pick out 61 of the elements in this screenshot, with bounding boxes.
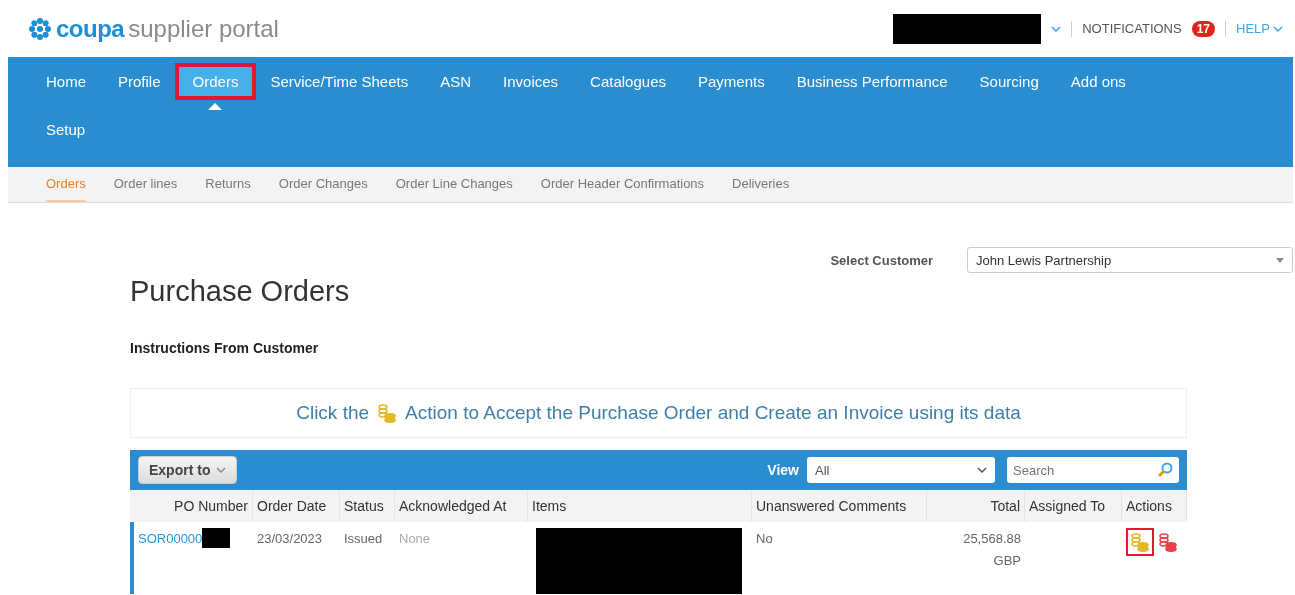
po-number-link[interactable]: SOR00000 (138, 528, 203, 550)
nav-tab[interactable]: Profile (104, 67, 175, 96)
sub-nav-tab[interactable]: Orders (46, 167, 86, 202)
coins-icon (377, 403, 398, 423)
nav-tab[interactable]: Sourcing (965, 67, 1053, 96)
banner-text: Click the (296, 402, 370, 424)
column-header[interactable]: Status (340, 490, 395, 522)
accept-action-button[interactable] (1126, 528, 1154, 556)
help-menu[interactable]: HELP (1236, 21, 1283, 36)
instructions-heading: Instructions From Customer (130, 340, 320, 356)
nav-tab[interactable]: Setup (32, 115, 100, 144)
product-name: supplier portal (128, 14, 279, 43)
nav-tab[interactable]: Catalogues (576, 67, 680, 96)
chevron-down-icon (1273, 25, 1283, 32)
nav-tab[interactable]: ASN (426, 67, 486, 96)
column-header[interactable]: Order Date (253, 490, 340, 522)
column-header[interactable]: Actions (1122, 490, 1187, 522)
chevron-down-icon (1051, 25, 1062, 32)
view-label: View (767, 462, 799, 478)
sub-nav-tab[interactable]: Deliveries (732, 167, 790, 202)
column-header[interactable]: Unanswered Comments (752, 490, 927, 522)
customer-select[interactable]: John Lewis Partnership (967, 247, 1293, 273)
search-icon (1157, 462, 1173, 478)
export-button[interactable]: Export to (138, 456, 238, 484)
chevron-down-icon (977, 467, 987, 473)
sub-nav-tab[interactable]: Order Line Changes (395, 167, 513, 202)
sub-nav-tab[interactable]: Order Header Confirmations (540, 167, 705, 202)
nav-tab[interactable]: Service/Time Sheets (256, 67, 423, 96)
table-cell-text: No (755, 530, 774, 548)
select-customer-label: Select Customer (830, 252, 933, 268)
banner-text: Action to Accept the Purchase Order and Create an Invoice using its data (405, 402, 1021, 424)
page-title: Purchase Orders (130, 275, 351, 308)
sub-nav-tab[interactable]: Order Changes (278, 167, 368, 202)
column-header[interactable]: Acknowledged At (395, 490, 528, 522)
notification-count: 17 (1191, 20, 1216, 37)
chevron-down-icon (216, 467, 227, 473)
sub-nav-tab[interactable]: Returns (205, 167, 251, 202)
column-header[interactable]: Assigned To (1025, 490, 1122, 522)
coins-icon (1158, 532, 1178, 552)
caret-icon (208, 103, 223, 110)
table-cell-text: Issued (343, 530, 384, 548)
nav-tab[interactable]: Payments (684, 67, 779, 96)
column-header[interactable]: PO Number (130, 490, 253, 522)
column-header[interactable]: Items (528, 490, 752, 522)
brand-name: coupa (56, 14, 125, 43)
notifications-link[interactable]: NOTIFICATIONS (1082, 21, 1182, 36)
view-select[interactable]: All (807, 457, 995, 483)
table-cell-text: 23/03/2023 (256, 530, 324, 548)
redaction-bar (202, 528, 231, 548)
search-field[interactable]: Search (1007, 457, 1179, 483)
table-cell-text: 25,568.88 GBP (962, 530, 1022, 570)
nav-tab[interactable]: Add ons (1056, 67, 1140, 96)
nav-tab[interactable]: Invoices (489, 67, 573, 96)
coins-icon (1130, 532, 1150, 552)
column-header[interactable]: Total (927, 490, 1025, 522)
sub-nav-tab[interactable]: Order lines (113, 167, 178, 202)
nav-tab[interactable]: Business Performance (782, 67, 962, 96)
nav-tab[interactable]: Home (32, 67, 100, 96)
logo-icon (28, 16, 52, 41)
dropdown-icon (1276, 257, 1284, 263)
table-cell-text: None (398, 530, 432, 548)
